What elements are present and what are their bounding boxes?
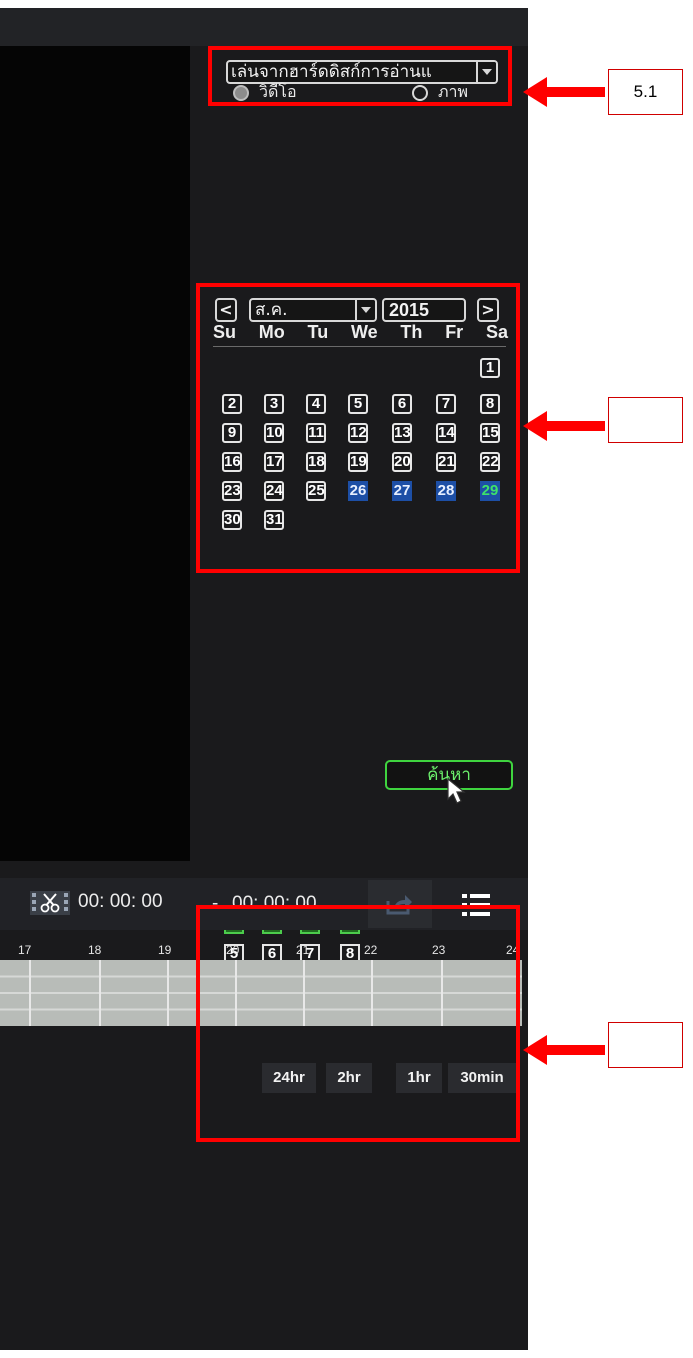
hour-label: 17 <box>18 943 32 957</box>
annotation-box-calendar <box>196 283 520 573</box>
hour-label: 19 <box>158 943 172 957</box>
clip-scissors-icon[interactable] <box>30 890 70 916</box>
annotation-box-channels <box>196 905 520 1142</box>
dvr-screen: เล่นจากฮาร์ดดิสก์การอ่านแ วิดีโอ ภาพ < ส… <box>0 8 528 1350</box>
video-preview <box>0 46 190 861</box>
start-time[interactable]: 00: 00: 00 <box>78 891 163 913</box>
annotation-arrow-icon <box>523 1035 605 1065</box>
mouse-cursor-icon <box>447 777 466 804</box>
annotation-label-1: 5.1 <box>608 69 683 115</box>
top-bar <box>0 8 528 46</box>
annotation-arrow-icon <box>523 411 605 441</box>
hour-label: 18 <box>88 943 102 957</box>
annotation-arrow-icon <box>523 77 605 107</box>
annotation-label-2 <box>608 397 683 443</box>
annotation-label-3 <box>608 1022 683 1068</box>
annotation-box-source <box>208 46 512 106</box>
